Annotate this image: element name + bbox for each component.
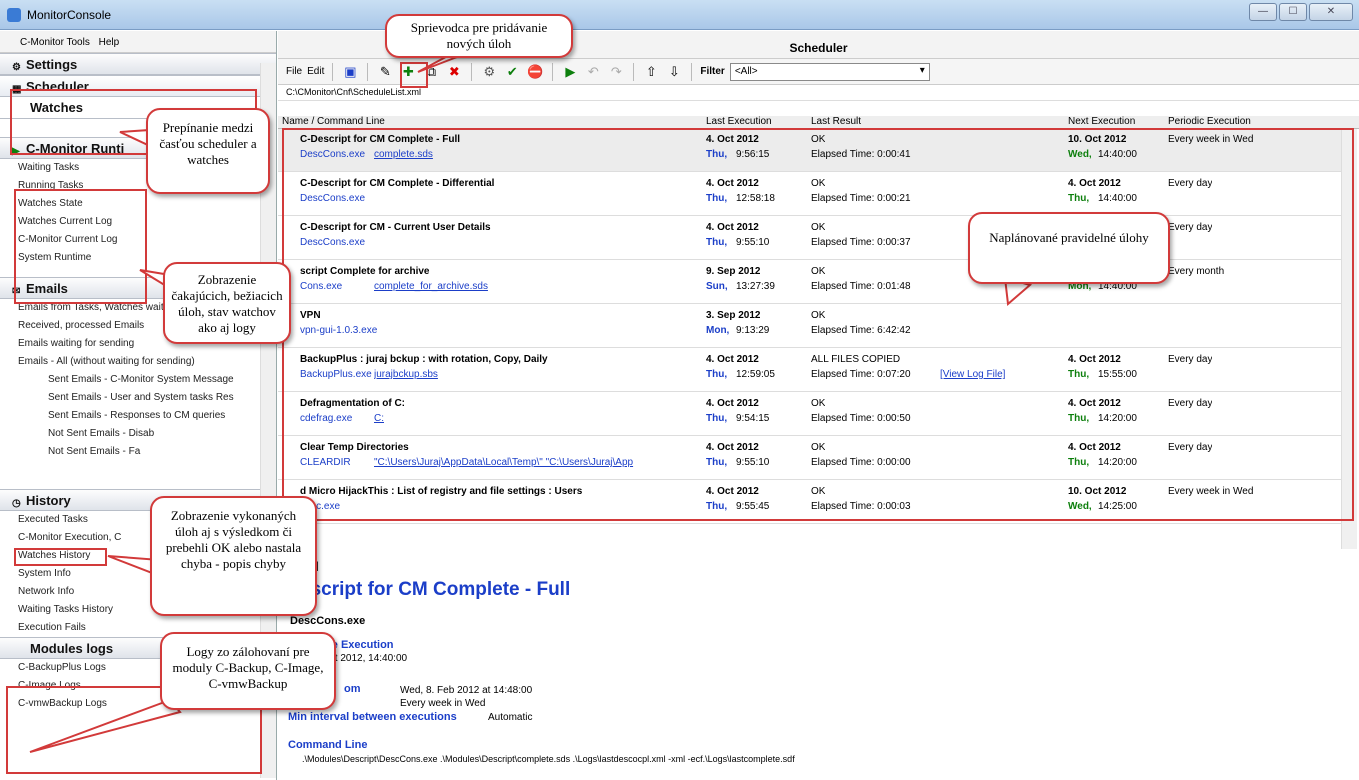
detail-cmdline-value: .\Modules\Descript\DescCons.exe .\Module… [302, 754, 795, 764]
detail-exe: DescCons.exe [290, 615, 366, 627]
minimize-button[interactable]: — [1249, 3, 1277, 21]
highlight-runtime-items [14, 189, 147, 304]
detail-period-value: Every week in Wed [400, 698, 486, 709]
move-up-icon[interactable]: ⇧ [642, 63, 660, 81]
callout-runtime: Zobrazenie čakajúcich, bežiacich úloh, s… [163, 262, 291, 344]
task-detail: tial escript for CM Complete - Full Desc… [278, 551, 1341, 780]
filter-select[interactable]: <All> [729, 62, 930, 81]
section-settings[interactable]: ⚙ Settings [0, 53, 276, 75]
wizard-icon[interactable]: ✎ [376, 63, 394, 81]
detail-min-value: Automatic [488, 712, 533, 723]
callout-wizard: Sprievodca pre pridávanie nových úloh [385, 14, 573, 58]
close-button[interactable]: ✕ [1309, 3, 1353, 21]
col-name[interactable]: Name / Command Line [282, 116, 385, 127]
nav-email-subitem[interactable]: Sent Emails - Responses to CM queries [0, 407, 276, 425]
maximize-button[interactable]: ☐ [1279, 3, 1307, 21]
window-title: MonitorConsole [27, 8, 112, 22]
menu-cmonitor-tools[interactable]: C-Monitor Tools [20, 37, 90, 48]
delete-icon[interactable]: ✖ [445, 63, 463, 81]
col-next-execution[interactable]: Next Execution [1068, 116, 1135, 127]
callout-switch: Prepínanie medzi časťou scheduler a watc… [146, 108, 270, 194]
detail-from-value: Wed, 8. Feb 2012 at 14:48:00 [400, 685, 533, 696]
nav-email-item[interactable]: Emails - All (without waiting for sendin… [0, 353, 276, 371]
col-last-execution[interactable]: Last Execution [706, 116, 772, 127]
left-menubar: C-Monitor Tools Help [0, 31, 276, 53]
col-periodic-execution[interactable]: Periodic Execution [1168, 116, 1251, 127]
window-titlebar: MonitorConsole — ☐ ✕ [0, 0, 1359, 30]
save-icon[interactable]: ▣ [341, 63, 359, 81]
highlight-wizard-button [400, 62, 428, 88]
highlight-executed-tasks [14, 548, 107, 566]
col-last-result[interactable]: Last Result [811, 116, 861, 127]
detail-cmdline-label: Command Line [288, 739, 368, 751]
app-icon [7, 8, 21, 22]
nav-email-subitem[interactable]: Not Sent Emails - Disab [0, 425, 276, 443]
nav-email-subitem[interactable]: Sent Emails - User and System tasks Res [0, 389, 276, 407]
callout-history: Zobrazenie vykonaných úloh aj s výsledko… [150, 496, 317, 616]
nav-email-subitem[interactable]: Sent Emails - C-Monitor System Message [0, 371, 276, 389]
filter-label: Filter [700, 66, 725, 77]
detail-min-label: Min interval between executions [288, 711, 457, 723]
detail-title: escript for CM Complete - Full [300, 579, 571, 600]
nav-email-subitem[interactable]: Not Sent Emails - Fa [0, 443, 276, 461]
history-icon: ◷ [12, 498, 21, 509]
callout-planned: Naplánované pravidelné úlohy [968, 212, 1170, 284]
run-icon[interactable]: ▶ [561, 63, 579, 81]
callout-modules: Logy zo zálohovaní pre moduly C-Backup, … [160, 632, 336, 710]
schedule-file-path: C:\CMonitor\Cnf\ScheduleList.xml [278, 85, 1359, 101]
menu-file[interactable]: File [286, 66, 302, 77]
detail-from-label: om [344, 683, 361, 695]
highlight-task-list [282, 128, 1354, 521]
move-down-icon[interactable]: ⇩ [665, 63, 683, 81]
toolbar: File Edit ▣ ✎ ✚ ⧉ ✖ ⚙ ✔ ⛔ ▶ ↶ ↷ ⇧ ⇩ Filt… [278, 59, 1359, 85]
stop-icon[interactable]: ⛔ [526, 63, 544, 81]
gear-icon: ⚙ [12, 62, 21, 73]
menu-edit[interactable]: Edit [307, 66, 324, 77]
redo-icon[interactable]: ↷ [607, 63, 625, 81]
undo-icon[interactable]: ↶ [584, 63, 602, 81]
settings-icon[interactable]: ⚙ [480, 63, 498, 81]
menu-help[interactable]: Help [99, 37, 120, 48]
check-icon[interactable]: ✔ [503, 63, 521, 81]
